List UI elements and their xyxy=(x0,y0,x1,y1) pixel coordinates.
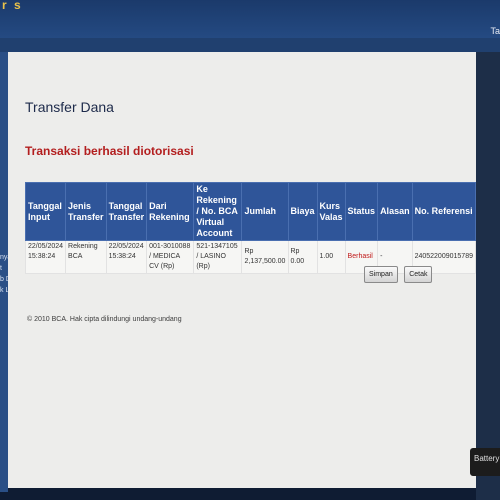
main-content-panel: Transfer Dana Transaksi berhasil diotori… xyxy=(8,52,477,488)
copyright-text: © 2010 BCA. Hak cipta dilindungi undang-… xyxy=(27,316,182,323)
col-status: Status xyxy=(344,182,379,241)
sidebar-fragment[interactable]: nya xyxy=(0,252,8,263)
page-title: Transfer Dana xyxy=(25,99,114,115)
cell-ke-rekening: 521-1347105 / LASINO (Rp) xyxy=(193,240,243,274)
transaction-table: Tanggal Input Jenis Transfer Tanggal Tra… xyxy=(24,182,477,274)
col-dari-rekening: Dari Rekening xyxy=(146,182,195,241)
col-jumlah: Jumlah xyxy=(241,182,289,241)
col-jenis-transfer: Jenis Transfer xyxy=(65,182,107,241)
cell-kurs-valas: 1.00 xyxy=(316,240,346,274)
bank-logo: r s xyxy=(2,0,23,12)
col-ke-rekening: Ke Rekening / No. BCA Virtual Account xyxy=(193,182,243,241)
sidebar-fragment[interactable]: t xyxy=(0,263,8,274)
col-no-referensi: No. Referensi xyxy=(411,182,477,241)
table-header-row: Tanggal Input Jenis Transfer Tanggal Tra… xyxy=(24,182,477,241)
header-strip xyxy=(0,38,500,52)
cell-tanggal-transfer: 22/05/2024 15:38:24 xyxy=(105,240,148,274)
col-tanggal-input: Tanggal Input xyxy=(24,182,67,241)
left-sidebar: nya t b D k L xyxy=(0,52,8,492)
cell-jumlah: Rp 2,137,500.00 xyxy=(241,240,289,274)
cell-tanggal-input: 22/05/2024 15:38:24 xyxy=(24,240,67,274)
action-buttons: Simpan Cetak xyxy=(364,263,434,283)
cell-dari-rekening: 001-3010088 / MEDICA CV (Rp) xyxy=(146,240,195,274)
cell-jenis-transfer: Rekening BCA xyxy=(65,240,107,274)
top-right-text: Ta xyxy=(490,26,500,36)
status-badge: Berhasil xyxy=(347,253,373,260)
print-button[interactable]: Cetak xyxy=(404,266,433,283)
save-button[interactable]: Simpan xyxy=(364,266,398,283)
sidebar-fragment[interactable]: k L xyxy=(0,285,8,296)
battery-overlay: Battery xyxy=(470,448,500,476)
col-biaya: Biaya xyxy=(287,182,318,241)
col-kurs-valas: Kurs Valas xyxy=(316,182,346,241)
col-tanggal-transfer: Tanggal Transfer xyxy=(105,182,148,241)
top-header-bar: r s Ta xyxy=(0,0,500,38)
right-background xyxy=(476,52,500,500)
status-message: Transaksi berhasil diotorisasi xyxy=(25,144,194,158)
col-alasan: Alasan xyxy=(377,182,413,241)
cell-biaya: Rp 0.00 xyxy=(287,240,318,274)
sidebar-fragment[interactable]: b D xyxy=(0,274,8,285)
